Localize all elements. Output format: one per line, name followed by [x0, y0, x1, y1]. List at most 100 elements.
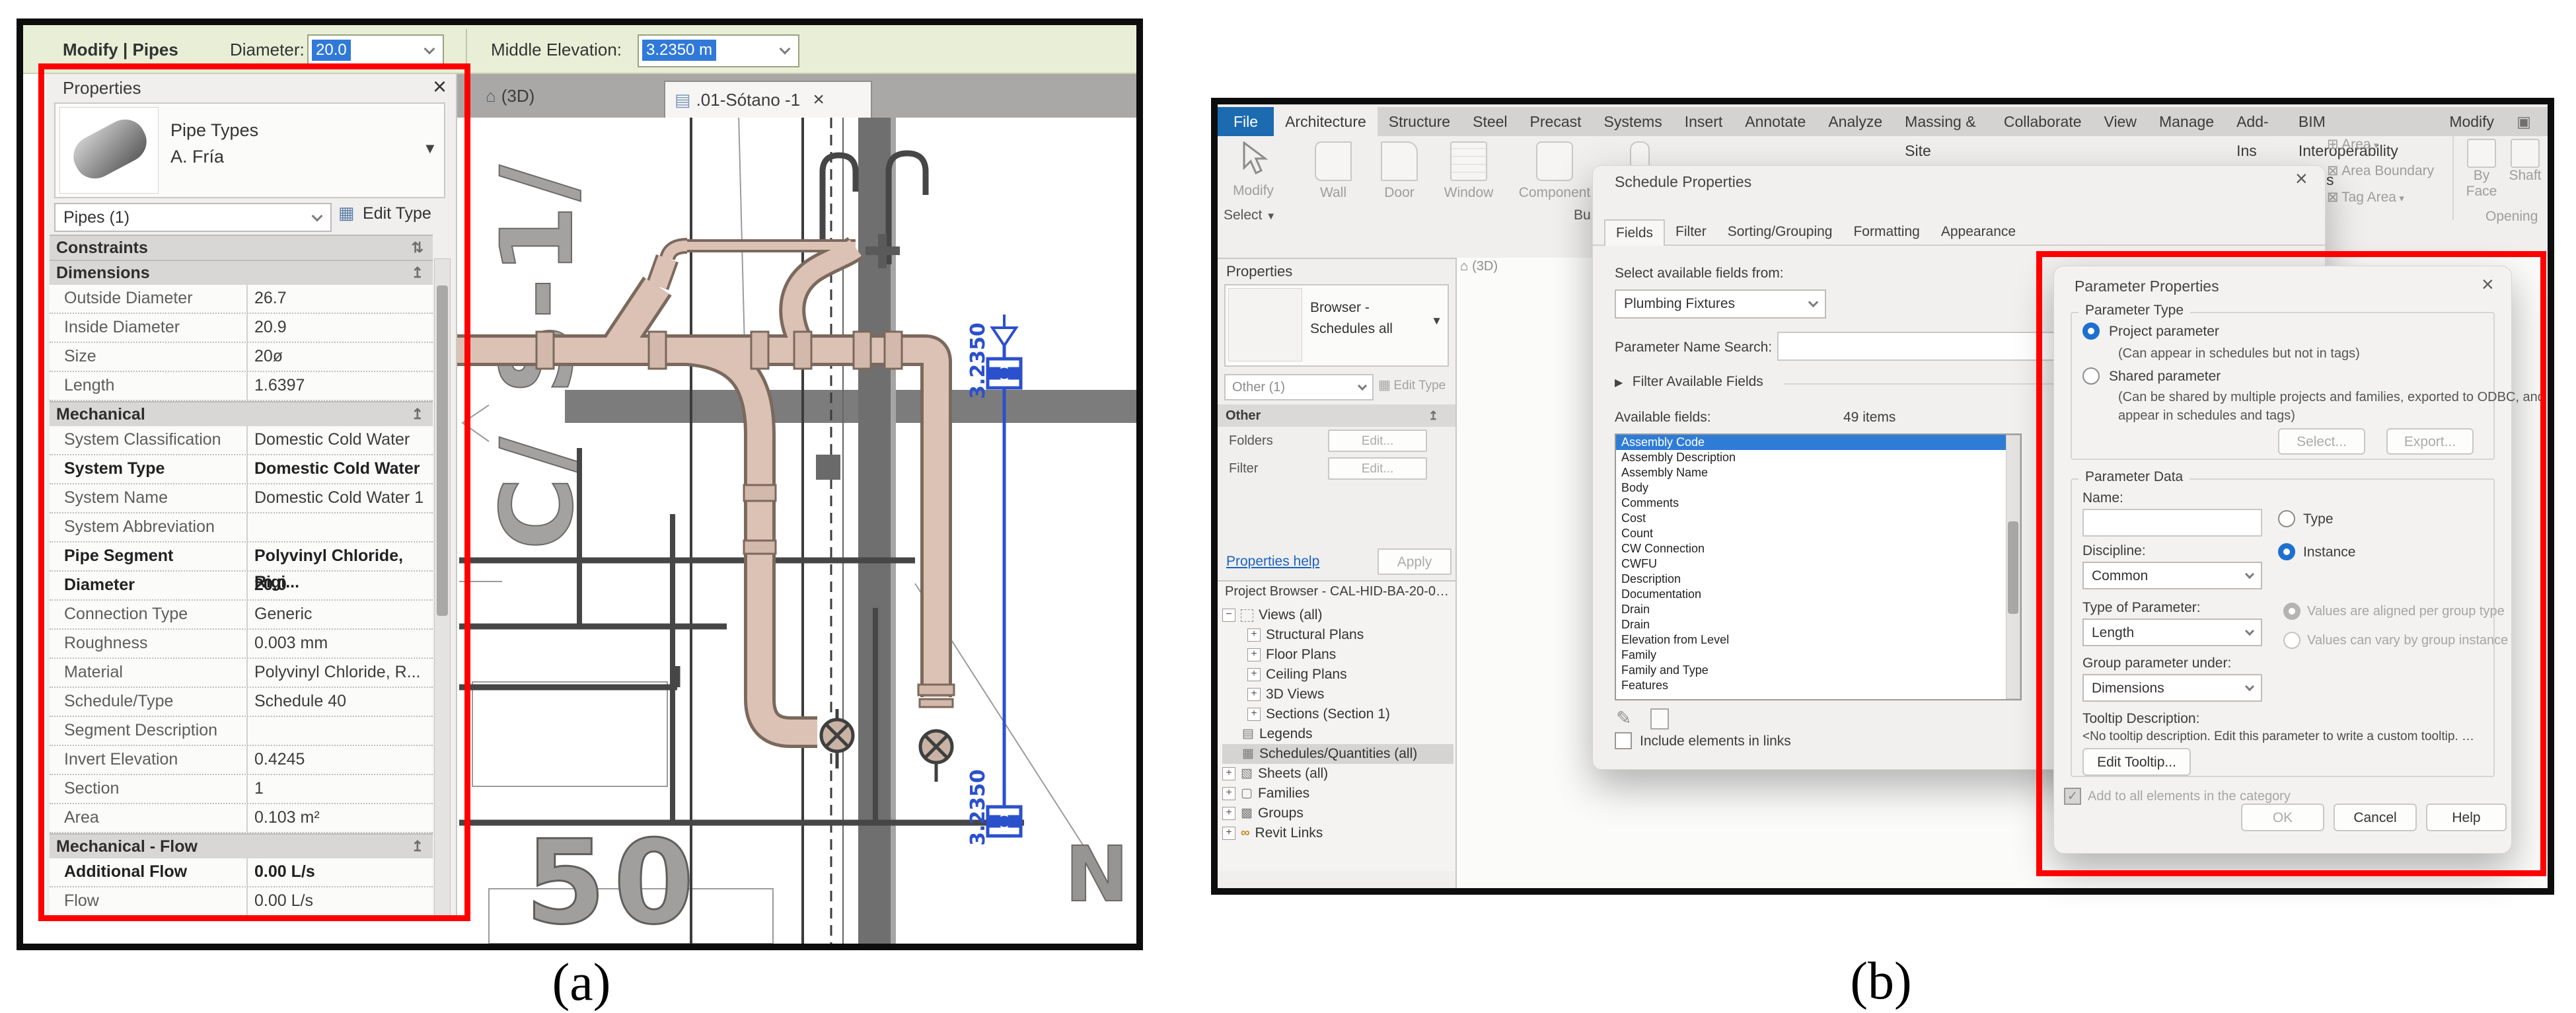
chevron-down-icon[interactable] [1808, 297, 1819, 308]
ribbon-tab-file[interactable]: File [1218, 107, 1274, 136]
expand-icon[interactable]: + [1222, 767, 1235, 780]
chevron-down-icon[interactable] [312, 211, 323, 222]
fields-list-scrollbar[interactable] [2006, 435, 2020, 699]
area-boundary-button[interactable]: ⊠ Area Boundary [2327, 163, 2434, 179]
chevron-down-icon[interactable] [2245, 570, 2254, 579]
by-face-button[interactable]: By Face [2462, 139, 2501, 200]
category-combo[interactable]: Plumbing Fixtures [1615, 289, 1826, 319]
expand-icon[interactable]: + [1222, 787, 1235, 800]
list-item[interactable]: Family [1616, 648, 2020, 663]
property-grid[interactable]: Constraints⇅ Dimensions↥ Outside Diamete… [50, 235, 433, 917]
aligned-radio[interactable] [2283, 603, 2300, 620]
tree-item-3d-views[interactable]: +3D Views [1222, 685, 1454, 704]
tree-item-ceiling-plans[interactable]: +Ceiling Plans [1222, 665, 1454, 685]
ribbon-tab-precast[interactable]: Precast [1519, 107, 1593, 136]
selection-combo-b[interactable]: Other (1) [1224, 374, 1374, 400]
filter-edit-button[interactable]: Edit... [1328, 457, 1427, 480]
pin-icon[interactable]: ↥ [412, 264, 423, 281]
ribbon-tab-manage[interactable]: Manage [2148, 107, 2225, 136]
elevation-combo[interactable]: 3.2350 m [638, 34, 799, 67]
filter-fields-expander[interactable]: ▶ Filter Available Fields [1615, 374, 1763, 390]
list-item[interactable]: Elevation from Level [1616, 632, 2020, 648]
chevron-down-icon[interactable] [2245, 682, 2254, 691]
list-item[interactable]: Assembly Name [1616, 465, 2020, 480]
edit-tooltip-button[interactable]: Edit Tooltip... [2082, 748, 2191, 776]
close-icon[interactable]: × [433, 73, 447, 100]
ribbon-tab-systems[interactable]: Systems [1593, 107, 1674, 136]
ribbon-collapse-icon[interactable]: ▣ ▾ [2505, 107, 2548, 136]
property-row[interactable]: System TypeDomestic Cold Water [50, 455, 433, 484]
property-row[interactable]: Section1 [50, 775, 433, 804]
diameter-combo[interactable]: 20.0 [307, 34, 444, 67]
ok-button[interactable]: OK [2241, 804, 2324, 831]
dropdown-icon[interactable]: ▼ [1431, 315, 1442, 328]
ribbon-tab-steel[interactable]: Steel [1461, 107, 1518, 136]
scrollbar-thumb[interactable] [437, 285, 448, 616]
list-item[interactable]: Assembly Description [1616, 450, 2020, 465]
properties-help-link[interactable]: Properties help [1226, 554, 1319, 570]
tree-item-structural-plans[interactable]: +Structural Plans [1222, 625, 1454, 645]
modify-tool[interactable]: Modify [1224, 141, 1283, 199]
scrollbar-thumb[interactable] [2008, 521, 2018, 614]
expand-icon[interactable]: + [1247, 688, 1261, 701]
select-panel-label[interactable]: Select ▼ [1224, 207, 1276, 223]
ribbon-tab-addins[interactable]: Add-Ins [2225, 107, 2287, 136]
property-row[interactable]: MaterialPolyvinyl Chloride, R... [50, 659, 433, 688]
property-row[interactable]: Invert Elevation0.4245 [50, 746, 433, 775]
property-row[interactable]: Connection TypeGeneric [50, 601, 433, 630]
expand-icon[interactable]: + [1222, 807, 1235, 820]
property-row[interactable]: Pipe SegmentPolyvinyl Chloride, Rigi... [50, 543, 433, 572]
ribbon-tab-structure[interactable]: Structure [1378, 107, 1461, 136]
section-mechanical[interactable]: Mechanical↥ [50, 401, 433, 426]
include-links-checkbox[interactable] [1615, 732, 1632, 749]
property-row[interactable]: Schedule/TypeSchedule 40 [50, 688, 433, 717]
ribbon-tab-annotate[interactable]: Annotate [1734, 107, 1817, 136]
tree-item-sheets[interactable]: +▧Sheets (all) [1222, 764, 1454, 784]
expand-icon[interactable]: + [1247, 668, 1261, 681]
list-item[interactable]: Drain [1616, 602, 2020, 617]
dropdown-icon[interactable]: ▼ [423, 140, 437, 157]
ribbon-tab-architecture[interactable]: Architecture [1274, 107, 1378, 136]
help-button[interactable]: Help [2426, 804, 2507, 831]
list-item[interactable]: Features [1616, 678, 2020, 693]
chevron-down-icon[interactable] [2245, 626, 2254, 636]
property-row[interactable]: Area0.103 m² [50, 804, 433, 833]
section-dimensions[interactable]: Dimensions↥ [50, 260, 433, 285]
export-button[interactable]: Export... [2386, 428, 2474, 455]
expand-icon[interactable]: + [1247, 708, 1261, 721]
expand-icon[interactable]: + [1222, 827, 1235, 840]
tag-area-button[interactable]: ⊠ Tag Area ▾ [2327, 189, 2404, 206]
view-tab-3d[interactable]: ⌂(3D) [1460, 259, 1533, 280]
copy-field-icon[interactable] [1650, 708, 1669, 730]
group-under-combo[interactable]: Dimensions [2082, 674, 2262, 702]
tab-sorting[interactable]: Sorting/Grouping [1717, 219, 1843, 246]
tab-appearance[interactable]: Appearance [1931, 219, 2026, 246]
property-row[interactable]: Flow0.00 L/s [50, 887, 433, 917]
palette-scrollbar[interactable] [434, 258, 451, 919]
chevron-down-icon[interactable] [780, 44, 791, 55]
tree-item-floor-plans[interactable]: +Floor Plans [1222, 645, 1454, 665]
project-browser-tree[interactable]: −Views (all) +Structural Plans +Floor Pl… [1222, 605, 1454, 843]
tree-item-revit-links[interactable]: +∞Revit Links [1222, 823, 1454, 843]
project-parameter-radio[interactable] [2082, 322, 2100, 340]
close-icon[interactable]: × [813, 89, 825, 110]
shared-parameter-radio[interactable] [2082, 367, 2100, 385]
list-item[interactable]: Description [1616, 572, 2020, 587]
list-item[interactable]: Comments [1616, 496, 2020, 511]
tree-item-schedules[interactable]: ▦Schedules/Quantities (all) [1222, 744, 1454, 764]
tree-item-sections[interactable]: +Sections (Section 1) [1222, 704, 1454, 724]
property-row[interactable]: Inside Diameter20.9 [50, 314, 433, 343]
property-row[interactable]: Diameter20.0 [50, 572, 433, 601]
list-item[interactable]: CW Connection [1616, 541, 2020, 556]
expand-icon[interactable]: + [1247, 648, 1261, 661]
expand-section-icon[interactable]: ⇅ [412, 239, 423, 256]
area-button[interactable]: ⊞ Area ▾ [2327, 136, 2378, 153]
component-tool[interactable]: Component [1513, 141, 1596, 201]
expand-icon[interactable]: + [1247, 628, 1261, 642]
list-item[interactable]: Assembly Code [1616, 435, 2020, 450]
vary-radio[interactable] [2283, 632, 2300, 649]
tree-item-legends[interactable]: ▤Legends [1222, 724, 1454, 744]
property-row[interactable]: Segment Description [50, 717, 433, 746]
property-row[interactable]: Size20ø [50, 343, 433, 372]
ribbon-tab-bim-tools[interactable]: BIM Interoperability Tools [2287, 107, 2438, 136]
